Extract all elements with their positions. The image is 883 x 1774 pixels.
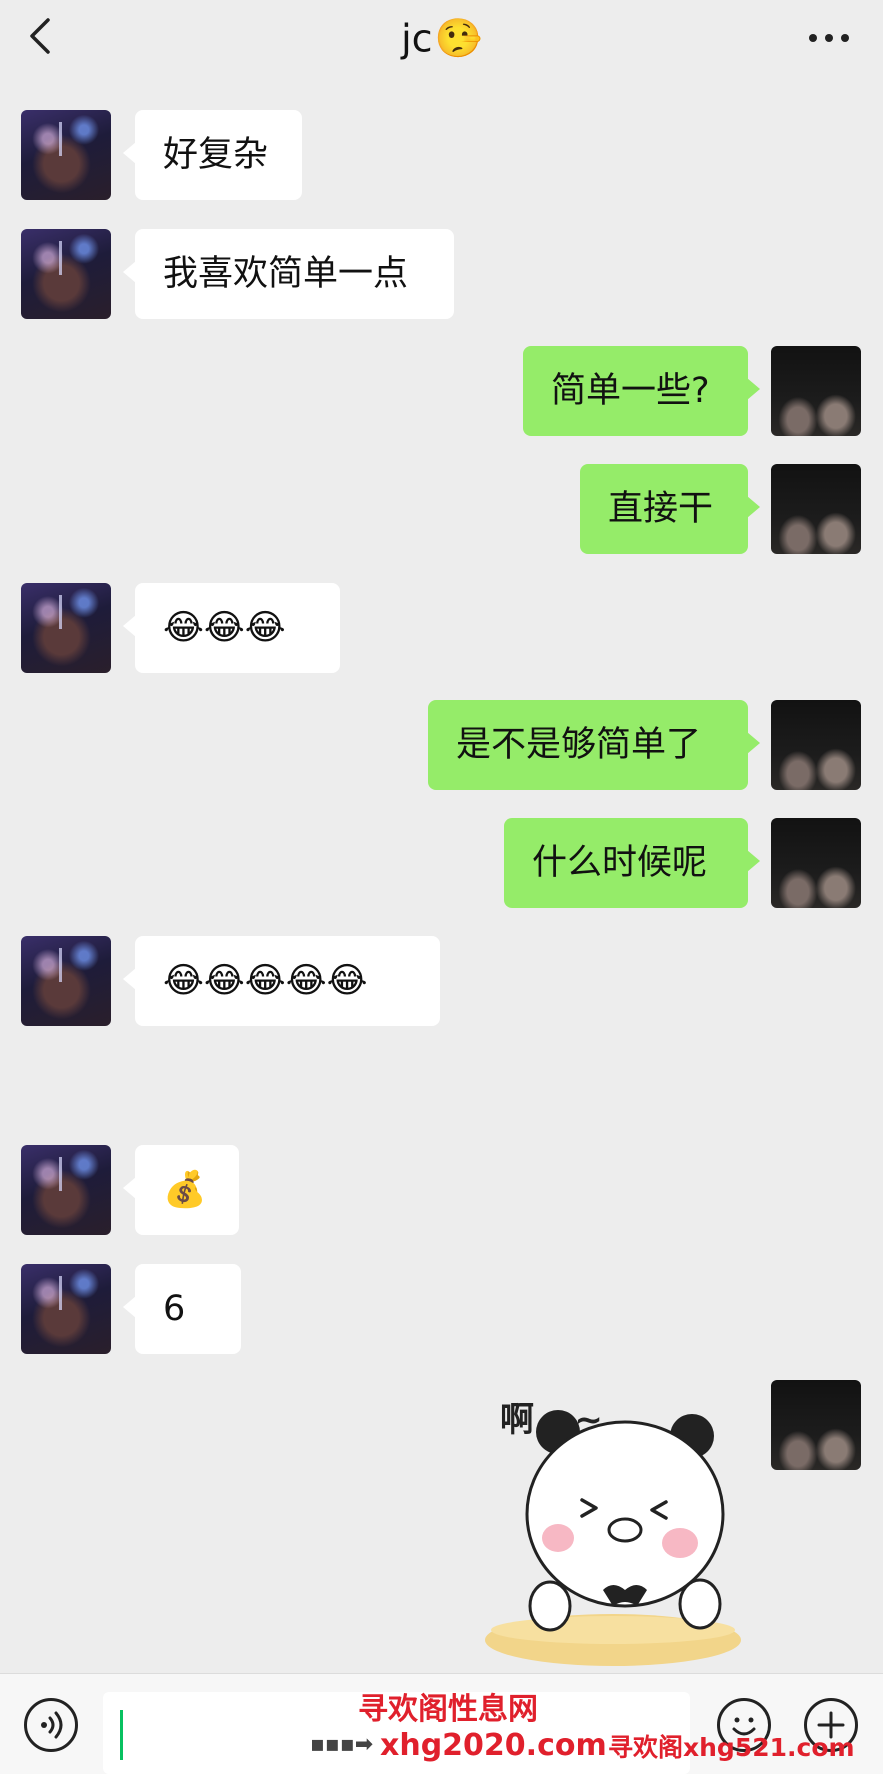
avatar[interactable] (21, 1145, 111, 1235)
panda-sticker-icon[interactable] (480, 1378, 750, 1678)
more-dots-icon[interactable] (809, 34, 849, 42)
message-bubble[interactable]: 直接干 (580, 464, 760, 554)
avatar[interactable] (21, 229, 111, 319)
message-bubble[interactable]: 💰 (123, 1145, 239, 1235)
chat-header: jc🤥 (0, 0, 883, 80)
avatar[interactable] (771, 1380, 861, 1470)
chat-title: jc🤥 (0, 14, 883, 61)
avatar[interactable] (771, 346, 861, 436)
chat-title-text: jc (401, 16, 433, 61)
message-bubble[interactable]: 是不是够简单了 (428, 700, 760, 790)
avatar[interactable] (771, 700, 861, 790)
message-bubble[interactable]: 简单一些? (523, 346, 760, 436)
watermark-url: xhg2020.com (380, 1728, 607, 1763)
message-bubble[interactable]: 好复杂 (123, 110, 302, 200)
avatar[interactable] (771, 464, 861, 554)
avatar[interactable] (21, 110, 111, 200)
avatar[interactable] (21, 936, 111, 1026)
watermark-text: 寻欢阁性息网 (358, 1692, 538, 1727)
message-bubble[interactable]: 什么时候呢 (504, 818, 760, 908)
message-bubble[interactable]: 6 (123, 1264, 241, 1354)
message-bubble[interactable]: 😂😂😂😂😂 (123, 936, 440, 1026)
voice-icon[interactable] (24, 1698, 78, 1752)
text-caret (120, 1710, 123, 1760)
avatar[interactable] (21, 583, 111, 673)
lying-face-icon: 🤥 (434, 16, 482, 60)
watermark-arrow: ▪▪▪➡ (310, 1732, 374, 1757)
message-bubble[interactable]: 😂😂😂 (123, 583, 340, 673)
message-bubble[interactable]: 我喜欢简单一点 (123, 229, 454, 319)
avatar[interactable] (21, 1264, 111, 1354)
watermark-url-2: 寻欢阁xhg521.com (608, 1733, 855, 1762)
avatar[interactable] (771, 818, 861, 908)
